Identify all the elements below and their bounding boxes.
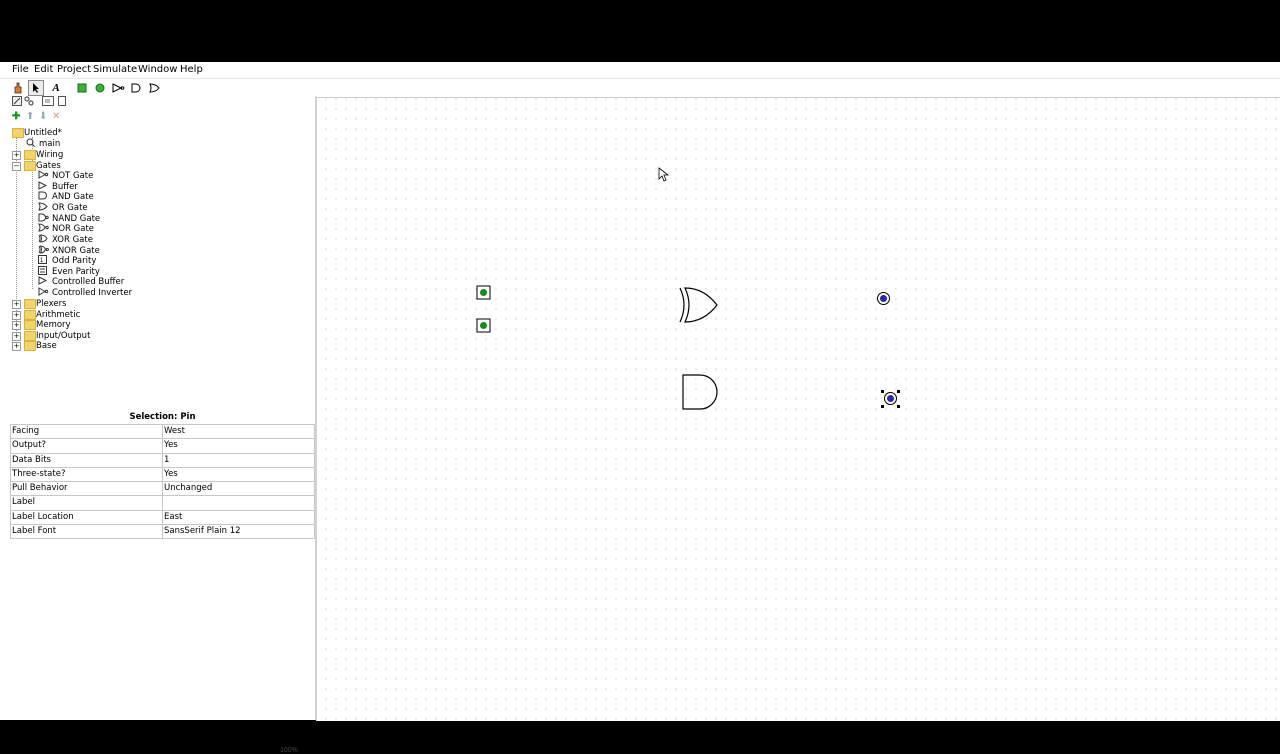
logisim-window: File Edit Project Simulate Window Help A: [0, 62, 1280, 754]
circuit-drawing: [476, 167, 900, 410]
attr-row-output[interactable]: Output? Yes: [11, 439, 314, 454]
toolbox-view-icon[interactable]: [12, 96, 22, 109]
attribute-panel: Selection: Pin Facing West Output? Yes Dat…: [10, 412, 315, 540]
expand-icon[interactable]: +: [12, 151, 21, 160]
add-and-gate-icon[interactable]: [128, 80, 144, 96]
and-gate[interactable]: [682, 374, 718, 410]
simulation-tree-icon[interactable]: [24, 96, 34, 109]
xor-gate-icon: [38, 234, 49, 245]
odd-parity-icon: 1: [38, 255, 47, 266]
add-output-pin-icon[interactable]: [92, 80, 108, 96]
attr-row-facing[interactable]: Facing West: [11, 425, 314, 440]
controlled-inverter-icon: [38, 287, 49, 298]
or-gate-icon: [38, 202, 49, 213]
zoom-label[interactable]: 100%: [280, 747, 298, 754]
poke-tool-icon[interactable]: [10, 80, 26, 96]
expand-icon[interactable]: +: [12, 300, 21, 309]
attr-row-label[interactable]: Label: [11, 496, 314, 511]
select-tool-icon[interactable]: [28, 80, 44, 96]
move-up-icon[interactable]: ⬆: [26, 111, 34, 122]
menu-edit[interactable]: Edit: [34, 64, 53, 75]
output-pin-1[interactable]: [877, 292, 890, 305]
attr-row-label-location[interactable]: Label Location East: [11, 510, 314, 526]
folder-icon: [24, 310, 36, 320]
folder-icon: [24, 341, 36, 351]
collapse-icon[interactable]: −: [12, 162, 21, 171]
attr-row-pull-behavior[interactable]: Pull Behavior Unchanged: [11, 482, 314, 497]
selection-title: Selection: Pin: [129, 412, 196, 422]
project-toolbar: ✚ ⬆ ⬇ ✕: [10, 111, 315, 125]
attribute-table: Facing West Output? Yes Data Bits 1 Three-s…: [10, 424, 315, 540]
attr-row-three-state[interactable]: Three-state? Yes: [11, 467, 314, 483]
menu-project[interactable]: Project: [57, 64, 91, 75]
xor-gate[interactable]: [679, 287, 718, 323]
appearance-view-icon[interactable]: [58, 96, 66, 109]
layout-view-icon[interactable]: [42, 96, 54, 109]
menu-help[interactable]: Help: [180, 64, 203, 75]
add-input-pin-icon[interactable]: [74, 80, 90, 96]
expand-icon[interactable]: +: [12, 332, 21, 341]
sidebar-view-toolbar: [10, 96, 315, 110]
menu-simulate[interactable]: Simulate: [93, 64, 137, 75]
text-tool-icon[interactable]: A: [48, 80, 64, 96]
folder-icon: [12, 128, 24, 138]
not-gate-icon: [38, 170, 49, 181]
menu-window[interactable]: Window: [138, 64, 177, 75]
controlled-buffer-icon: [38, 276, 49, 287]
folder-icon: [24, 299, 36, 309]
main-toolbar: A: [10, 80, 210, 96]
expand-icon[interactable]: +: [12, 311, 21, 320]
menu-file[interactable]: File: [12, 64, 29, 75]
move-down-icon[interactable]: ⬇: [39, 111, 47, 122]
circuit-canvas[interactable]: [316, 97, 1280, 721]
circuit-magnifier-icon: [26, 138, 35, 149]
folder-icon: [24, 161, 36, 171]
attr-row-data-bits[interactable]: Data Bits 1: [11, 453, 314, 468]
add-or-gate-icon[interactable]: [146, 80, 162, 96]
folder-icon: [24, 331, 36, 341]
input-pin-1[interactable]: [476, 285, 491, 300]
menu-bar: File Edit Project Simulate Window Help: [0, 62, 1280, 79]
expand-icon[interactable]: +: [12, 321, 21, 330]
add-not-gate-icon[interactable]: [110, 80, 126, 96]
nor-gate-icon: [38, 223, 49, 234]
input-pin-2[interactable]: [476, 318, 491, 333]
folder-icon: [24, 150, 36, 160]
expand-icon[interactable]: +: [12, 342, 21, 351]
add-circuit-icon[interactable]: ✚: [12, 111, 20, 122]
and-gate-icon: [38, 191, 49, 202]
folder-icon: [24, 320, 36, 330]
output-pin-2-selected[interactable]: [881, 390, 900, 408]
delete-circuit-icon[interactable]: ✕: [52, 111, 60, 122]
mouse-cursor-icon: [658, 167, 670, 182]
sidebar: ✚ ⬆ ⬇ ✕ Untitled* main + Wiring − Gates …: [10, 96, 316, 754]
attr-row-label-font[interactable]: Label Font SansSerif Plain 12: [11, 525, 314, 540]
